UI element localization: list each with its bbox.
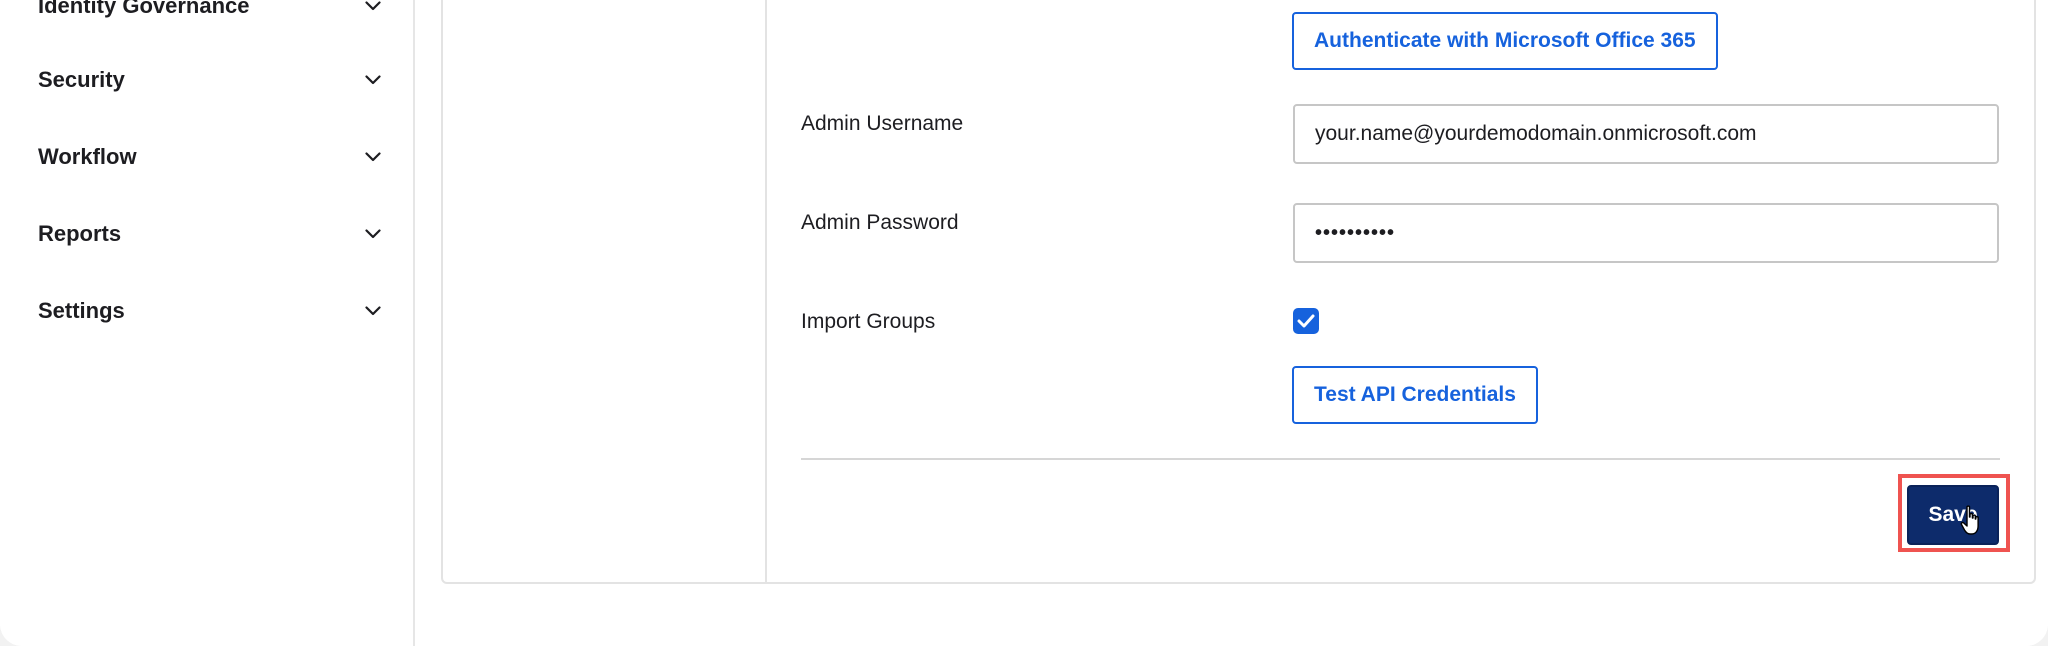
import-groups-label: Import Groups xyxy=(801,310,936,333)
sidebar-item-label: Security xyxy=(38,67,125,92)
sidebar-item-reports[interactable]: Reports xyxy=(38,214,383,254)
sidebar-item-identity-governance[interactable]: Identity Governance xyxy=(38,0,383,26)
save-button[interactable]: Save xyxy=(1907,485,1999,545)
sidebar: Identity Governance Security Workflow Re… xyxy=(0,0,415,646)
app-window: Identity Governance Security Workflow Re… xyxy=(0,0,2048,646)
main-content xyxy=(415,0,2048,646)
sidebar-item-label: Settings xyxy=(38,298,125,323)
sidebar-item-label: Reports xyxy=(38,221,122,246)
chevron-down-icon xyxy=(363,224,383,244)
form-divider xyxy=(801,458,2000,460)
sidebar-item-settings[interactable]: Settings xyxy=(38,291,383,331)
test-api-credentials-button[interactable]: Test API Credentials xyxy=(1292,366,1538,424)
chevron-down-icon xyxy=(363,147,383,167)
settings-panel xyxy=(441,0,2036,584)
sidebar-item-label: Workflow xyxy=(38,144,137,169)
authenticate-office365-button[interactable]: Authenticate with Microsoft Office 365 xyxy=(1292,12,1718,70)
admin-username-input[interactable] xyxy=(1293,104,1999,164)
checkmark-icon xyxy=(1297,314,1315,328)
chevron-down-icon xyxy=(363,0,383,16)
sidebar-item-security[interactable]: Security xyxy=(38,60,383,100)
admin-username-label: Admin Username xyxy=(801,112,964,135)
page: Identity Governance Security Workflow Re… xyxy=(0,0,2048,646)
admin-password-input[interactable] xyxy=(1293,203,1999,263)
chevron-down-icon xyxy=(363,301,383,321)
admin-password-label: Admin Password xyxy=(801,211,959,234)
import-groups-checkbox[interactable] xyxy=(1293,308,1319,334)
sidebar-item-workflow[interactable]: Workflow xyxy=(38,137,383,177)
sidebar-item-label: Identity Governance xyxy=(38,0,250,18)
chevron-down-icon xyxy=(363,70,383,90)
panel-column-divider xyxy=(765,0,767,582)
